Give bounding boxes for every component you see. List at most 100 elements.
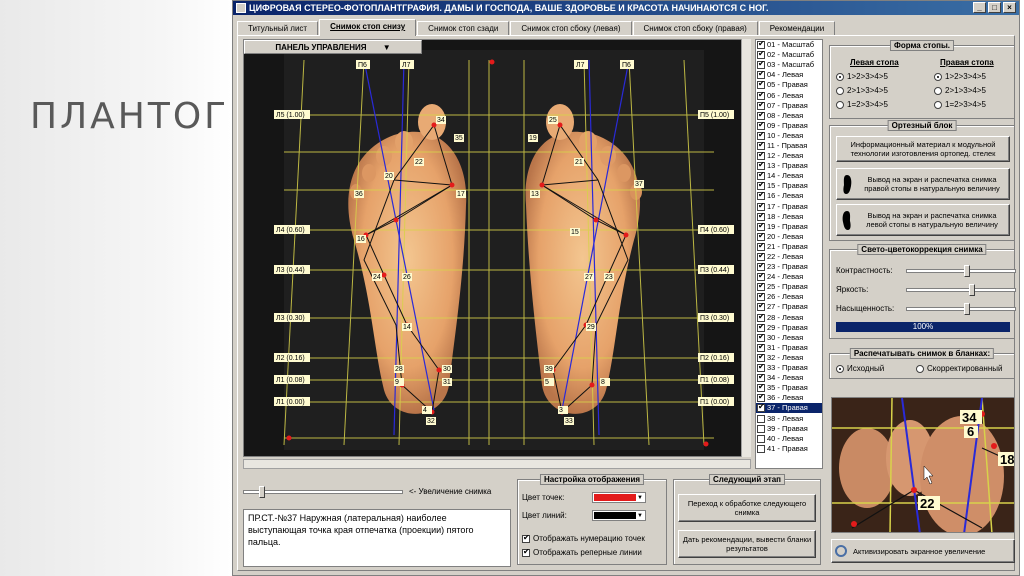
maximize-button[interactable]: □ (988, 2, 1001, 13)
checkbox-icon[interactable] (757, 261, 765, 272)
checkbox-icon[interactable] (757, 130, 765, 140)
print-left-foot-button[interactable]: Вывод на экран и распечатка снимка левой… (836, 204, 1010, 236)
checkbox-icon[interactable] (757, 342, 765, 352)
list-item[interactable]: 26 - Левая (756, 291, 822, 302)
plantogram-image[interactable]: Л5 (1.00) Л4 (0.60) Л3 (0.44) Л3 (0.30) … (243, 39, 751, 457)
checkbox-icon[interactable] (757, 69, 765, 80)
checkbox-icon[interactable] (757, 392, 765, 403)
list-item[interactable]: 06 - Левая (756, 90, 822, 100)
checkbox-icon[interactable] (757, 382, 765, 393)
list-item[interactable]: 39 - Правая (756, 424, 822, 434)
checkbox-icon[interactable] (757, 120, 765, 130)
left-shape-option[interactable]: 1>2>3>4>5 (836, 72, 888, 81)
list-item[interactable]: 21 - Правая (756, 241, 822, 252)
list-item[interactable]: 14 - Левая (756, 170, 822, 181)
list-item[interactable]: 18 - Левая (756, 211, 822, 222)
list-item[interactable]: 28 - Левая (756, 312, 822, 323)
checkbox-icon[interactable] (757, 312, 765, 322)
close-button[interactable]: × (1003, 2, 1016, 13)
activate-zoom-button[interactable]: Активизировать экранное увеличение (831, 539, 1015, 563)
list-item[interactable]: 01 - Масштаб (756, 40, 822, 50)
list-item[interactable]: 08 - Левая (756, 110, 822, 121)
saturation-slider[interactable]: Насыщенность: (836, 302, 1016, 315)
next-image-button[interactable]: Переход к обработке следующего снимка (678, 494, 816, 522)
checkbox-icon[interactable] (757, 40, 765, 50)
minimize-button[interactable]: _ (973, 2, 986, 13)
tab-recommendations[interactable]: Рекомендации (758, 21, 836, 36)
left-shape-option[interactable]: 2>1>3>4>5 (836, 86, 888, 95)
list-item[interactable]: 25 - Правая (756, 281, 822, 292)
results-button[interactable]: Дать рекомендации, вывести бланки резуль… (678, 530, 816, 558)
line-color-select[interactable]: ▼ (592, 510, 646, 521)
list-item[interactable]: 17 - Правая (756, 201, 822, 212)
checkbox-icon[interactable] (757, 434, 765, 443)
checkbox-icon[interactable] (757, 352, 765, 362)
checkbox-icon[interactable] (757, 251, 765, 262)
ortho-info-button[interactable]: Информационный материал к модульной техн… (836, 136, 1010, 162)
list-item[interactable]: 09 - Правая (756, 120, 822, 131)
tab-side-left[interactable]: Снимок стоп сбоку (левая) (510, 21, 632, 36)
checkbox-icon[interactable] (757, 180, 765, 191)
list-item[interactable]: 20 - Левая (756, 231, 822, 242)
checkbox-icon[interactable] (757, 301, 765, 312)
show-ref-lines-checkbox[interactable]: Отображать реперные линии (522, 547, 642, 557)
checkbox-icon[interactable] (757, 110, 765, 120)
zoom-preview[interactable]: 34 6 18 22 (831, 397, 1015, 533)
tab-side-right[interactable]: Снимок стоп сбоку (правая) (632, 21, 758, 36)
list-item[interactable]: 34 - Левая (756, 372, 822, 383)
list-item[interactable]: 24 - Левая (756, 271, 822, 282)
checkbox-icon[interactable] (757, 170, 765, 181)
checkbox-icon[interactable] (757, 362, 765, 373)
tab-back-view[interactable]: Снимок стоп сзади (417, 21, 510, 36)
print-corrected-option[interactable]: Скорректированный (916, 364, 1002, 373)
slider-track[interactable] (906, 283, 1016, 296)
image-vertical-scrollbar[interactable] (741, 39, 751, 457)
checkbox-icon[interactable] (757, 140, 765, 150)
list-item[interactable]: 16 - Левая (756, 190, 822, 201)
list-item[interactable]: 40 - Левая (756, 434, 822, 444)
slider-thumb[interactable] (964, 264, 971, 277)
list-item[interactable]: 11 - Правая (756, 140, 822, 151)
checkbox-icon[interactable] (757, 100, 765, 110)
points-list[interactable]: 01 - Масштаб02 - Масштаб03 - Масштаб04 -… (755, 39, 823, 469)
right-shape-option[interactable]: 2>1>3>4>5 (934, 86, 986, 95)
zoom-slider[interactable] (243, 485, 403, 498)
checkbox-icon[interactable] (757, 372, 765, 383)
checkbox-icon[interactable] (757, 211, 765, 221)
checkbox-icon[interactable] (757, 271, 765, 282)
print-right-foot-button[interactable]: Вывод на экран и распечатка снимка право… (836, 168, 1010, 200)
right-shape-option[interactable]: 1=2>3>4>5 (934, 100, 986, 109)
slider-thumb[interactable] (964, 302, 971, 315)
checkbox-icon[interactable] (757, 332, 765, 342)
checkbox-icon[interactable] (757, 444, 765, 453)
checkbox-icon[interactable] (757, 231, 765, 241)
checkbox-icon[interactable] (757, 322, 765, 332)
list-item[interactable]: 30 - Левая (756, 332, 822, 343)
point-color-select[interactable]: ▼ (592, 492, 646, 503)
list-item[interactable]: 31 - Правая (756, 342, 822, 353)
checkbox-icon[interactable] (757, 281, 765, 292)
list-item[interactable]: 36 - Левая (756, 392, 822, 403)
checkbox-icon[interactable] (757, 402, 765, 413)
checkbox-icon[interactable] (757, 241, 765, 251)
list-item[interactable]: 03 - Масштаб (756, 59, 822, 70)
left-shape-option[interactable]: 1=2>3>4>5 (836, 100, 888, 109)
checkbox-icon[interactable] (757, 90, 765, 100)
slider-thumb[interactable] (969, 283, 976, 296)
checkbox-icon[interactable] (757, 424, 765, 433)
list-item[interactable]: 12 - Левая (756, 150, 822, 161)
list-item[interactable]: 10 - Левая (756, 130, 822, 141)
list-item[interactable]: 04 - Левая (756, 69, 822, 80)
zoom-slider-thumb[interactable] (259, 485, 266, 498)
checkbox-icon[interactable] (757, 49, 765, 60)
show-numbers-checkbox[interactable]: Отображать нумерацию точек (522, 533, 645, 543)
image-horizontal-scrollbar[interactable] (243, 459, 751, 469)
slider-track[interactable] (906, 264, 1016, 277)
list-item[interactable]: 22 - Левая (756, 251, 822, 262)
right-shape-option[interactable]: 1>2>3>4>5 (934, 72, 986, 81)
list-item[interactable]: 32 - Левая (756, 352, 822, 363)
slider-track[interactable] (906, 302, 1016, 315)
checkbox-icon[interactable] (757, 201, 765, 211)
list-item[interactable]: 02 - Масштаб (756, 49, 822, 60)
list-item[interactable]: 27 - Правая (756, 301, 822, 312)
